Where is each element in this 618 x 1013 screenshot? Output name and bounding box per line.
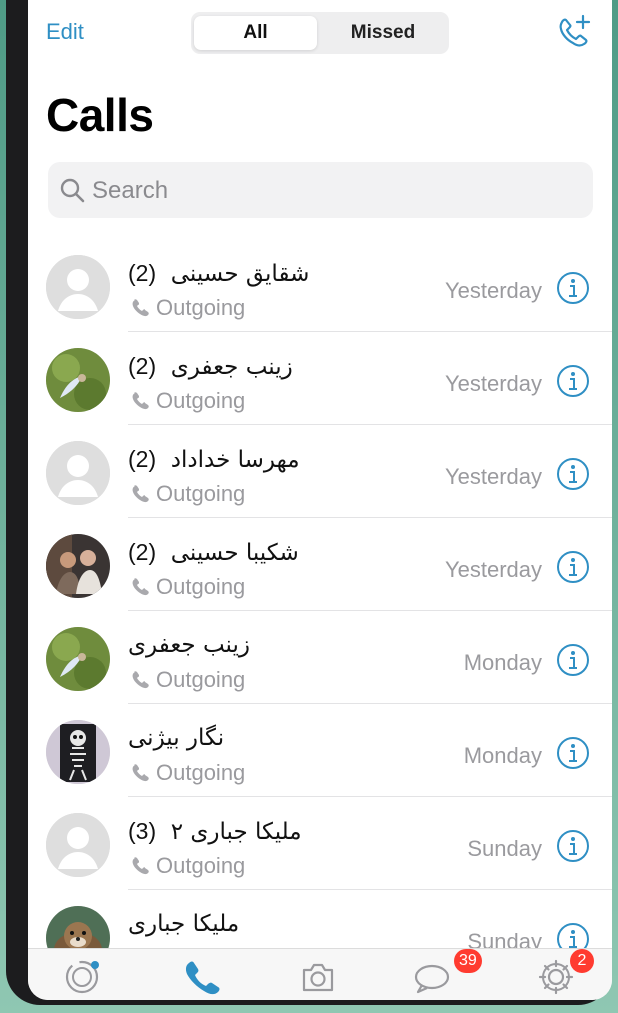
call-type: Outgoing [130, 481, 245, 507]
tab-bar: 39 2 [28, 948, 612, 1000]
calls-icon[interactable] [180, 957, 220, 997]
camera-icon[interactable] [298, 957, 338, 997]
default-avatar [46, 813, 110, 877]
photo-avatar [46, 534, 110, 598]
photo-avatar [46, 720, 110, 784]
call-row[interactable]: زینب جعفری Outgoing Monday [28, 612, 612, 704]
search-icon [60, 178, 85, 203]
phone-frame: Edit All Missed Calls Search (2) شقایق ح… [6, 0, 612, 1005]
info-icon[interactable] [556, 550, 590, 584]
search-bar[interactable] [48, 162, 593, 218]
phone-icon [132, 857, 149, 875]
phone-icon [132, 671, 149, 689]
photo-avatar [46, 627, 110, 691]
call-row[interactable]: (2) مهرسا خداداد Outgoing Yesterday [28, 426, 612, 518]
call-type: Outgoing [130, 853, 245, 879]
call-time: Yesterday [444, 464, 542, 489]
phone-icon [132, 578, 149, 596]
call-time: Yesterday [444, 278, 542, 303]
call-time: Yesterday [444, 557, 542, 582]
info-icon[interactable] [556, 643, 590, 677]
contact-name: نگار بیژنی [128, 725, 225, 751]
segmented-control: All Missed [191, 12, 449, 54]
phone-icon [132, 392, 149, 410]
tab-missed[interactable]: Missed [320, 16, 446, 50]
info-icon[interactable] [556, 829, 590, 863]
top-bar: Edit All Missed [28, 0, 612, 58]
call-row[interactable]: (2) زینب جعفری Outgoing Yesterday [28, 333, 612, 425]
contact-name: (2) زینب جعفری [128, 353, 293, 380]
phone-icon [132, 485, 149, 503]
settings-badge: 2 [570, 949, 594, 973]
divider [128, 610, 612, 611]
default-avatar [46, 255, 110, 319]
default-avatar [46, 441, 110, 505]
divider [128, 424, 612, 425]
call-type: Outgoing [130, 667, 245, 693]
contact-name: ملیکا جباری [128, 911, 240, 937]
new-call-icon[interactable] [554, 12, 594, 52]
call-time: Yesterday [444, 371, 542, 396]
screen: Edit All Missed Calls Search (2) شقایق ح… [28, 0, 612, 1000]
call-row[interactable]: نگار بیژنی Outgoing Monday [28, 705, 612, 797]
status-icon[interactable] [62, 957, 102, 997]
phone-icon [132, 299, 149, 317]
info-icon[interactable] [556, 271, 590, 305]
contact-name: (2) مهرسا خداداد [128, 446, 300, 473]
call-time: Sunday [467, 836, 542, 861]
call-time: Monday [463, 650, 542, 675]
chats-tab[interactable]: 39 [412, 949, 482, 997]
edit-button[interactable]: Edit [46, 19, 84, 45]
phone-icon [132, 764, 149, 782]
divider [128, 889, 612, 890]
call-type: Outgoing [130, 760, 245, 786]
call-time: Monday [463, 743, 542, 768]
photo-avatar [46, 348, 110, 412]
contact-name: (2) شقایق حسینی [128, 260, 310, 287]
info-icon[interactable] [556, 736, 590, 770]
contact-name: زینب جعفری [128, 632, 250, 658]
call-row[interactable]: (2) شکیبا حسینی Outgoing Yesterday [28, 519, 612, 611]
divider [128, 517, 612, 518]
divider [128, 331, 612, 332]
chats-badge: 39 [454, 949, 482, 973]
call-row[interactable]: (3) ملیکا جباری ۲ Outgoing Sunday [28, 798, 612, 890]
call-type: Outgoing [130, 574, 245, 600]
call-type: Outgoing [130, 388, 245, 414]
info-icon[interactable] [556, 364, 590, 398]
page-title: Calls [46, 89, 154, 141]
tab-all[interactable]: All [194, 16, 317, 50]
search-input[interactable] [90, 176, 574, 206]
chats-icon [414, 964, 450, 994]
contact-name: (2) شکیبا حسینی [128, 539, 299, 566]
call-type: Outgoing [130, 295, 245, 321]
call-row[interactable]: (2) شقایق حسینی Outgoing Yesterday [28, 240, 612, 332]
settings-tab[interactable]: 2 [536, 949, 594, 997]
divider [128, 796, 612, 797]
contact-name: (3) ملیکا جباری ۲ [128, 818, 302, 845]
divider [128, 703, 612, 704]
info-icon[interactable] [556, 457, 590, 491]
